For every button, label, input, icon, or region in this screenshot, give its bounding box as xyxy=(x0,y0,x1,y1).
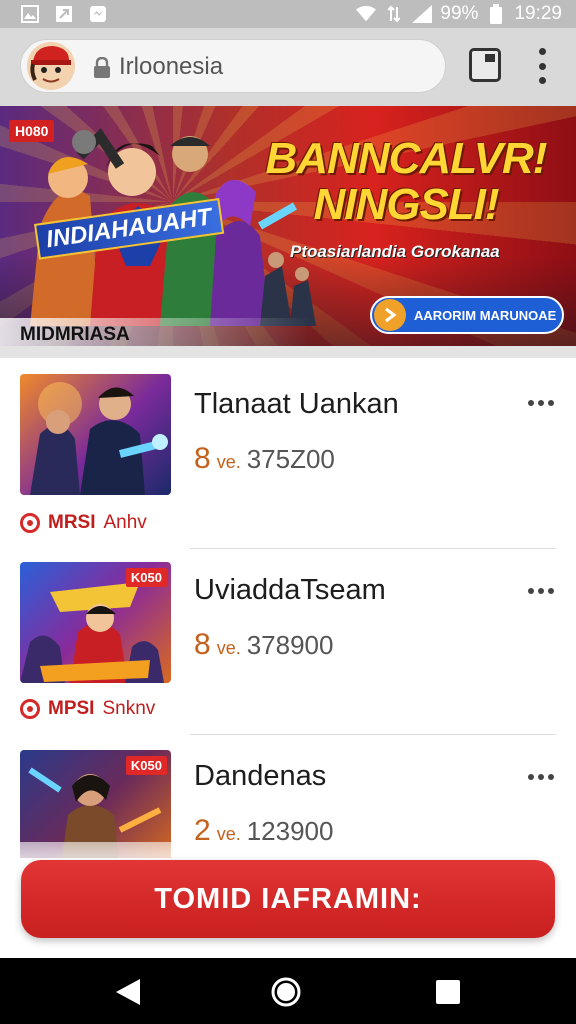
listing-title[interactable]: Tlanaat Uankan xyxy=(194,388,399,421)
price-value: 378900 xyxy=(246,630,334,660)
listing-thumbnail[interactable] xyxy=(20,374,171,495)
listing-title[interactable]: UviaddaTseam xyxy=(194,574,386,607)
messenger-icon xyxy=(88,5,108,23)
notification-icons xyxy=(20,5,108,23)
seller-badge-icon xyxy=(20,699,40,719)
seller-info[interactable]: MRSI Anhv xyxy=(20,512,147,534)
price-value: 375Z00 xyxy=(246,444,335,474)
screen: 99% 19:29 Irloonesia H080 INDIAHAUAHT BA… xyxy=(0,0,576,1024)
price-currency: 8 xyxy=(194,628,211,661)
hero-cta-label: AARORIM MARUNOAE xyxy=(414,307,557,323)
more-horiz-icon[interactable] xyxy=(528,396,554,410)
listing-price: 8 ve. 378900 xyxy=(194,628,333,662)
hero-cta-button[interactable]: AARORIM MARUNOAE xyxy=(370,296,564,334)
back-icon[interactable] xyxy=(112,976,144,1008)
wifi-icon xyxy=(356,5,377,23)
chevron-right-icon xyxy=(374,299,406,331)
battery-percent: 99% xyxy=(440,3,479,24)
section-divider xyxy=(0,346,576,358)
thumbnail-badge: K050 xyxy=(125,568,167,587)
seller-name: Anhv xyxy=(103,512,147,533)
hero-banner[interactable]: H080 INDIAHAUAHT BANNCALVR! NINGSLI! Pto… xyxy=(0,106,576,346)
battery-icon xyxy=(486,4,506,24)
hero-headline: BANNCALVR! NINGSLI! xyxy=(256,136,556,228)
more-horiz-icon[interactable] xyxy=(528,770,554,784)
thumbnail-badge: K050 xyxy=(125,756,167,775)
address-bar[interactable]: Irloonesia xyxy=(20,39,446,93)
bottom-cta-area: TOMID IAFRAMIN: xyxy=(0,842,576,958)
listing-thumbnail[interactable]: K050 xyxy=(20,562,171,683)
more-vert-icon[interactable] xyxy=(530,48,554,84)
recents-icon[interactable] xyxy=(432,976,464,1008)
list-item[interactable]: K050 Dandenas 2 ve. 123900 xyxy=(0,734,576,858)
price-unit: ve. xyxy=(216,638,241,658)
more-horiz-icon[interactable] xyxy=(528,584,554,598)
seller-tag: MRSI xyxy=(48,512,96,533)
seller-name: Snknv xyxy=(102,698,156,719)
status-bar: 99% 19:29 xyxy=(0,0,576,28)
seller-badge-icon xyxy=(20,513,40,533)
system-status: 99% 19:29 xyxy=(356,3,562,25)
hero-badge: H080 xyxy=(9,120,55,142)
system-navigation-bar xyxy=(0,958,576,1024)
navigation-icon xyxy=(54,5,74,23)
list-item[interactable]: Tlanaat Uankan 8 ve. 375Z00 MRSI Anhv xyxy=(0,358,576,549)
gallery-icon xyxy=(20,5,40,23)
seller-tag: MPSI xyxy=(48,698,95,719)
hero-subline: Ptoasiarlandia Gorokanaa xyxy=(290,242,500,261)
hero-caption: MIDMRIASA xyxy=(20,324,130,345)
primary-action-button[interactable]: TOMID IAFRAMIN: xyxy=(21,860,555,938)
home-icon[interactable] xyxy=(270,976,302,1008)
avatar[interactable] xyxy=(27,42,75,90)
listing-price: 8 ve. 375Z00 xyxy=(194,442,335,476)
list-item[interactable]: K050 UviaddaTseam 8 ve. 378900 MPSI Snkn… xyxy=(0,548,576,736)
signal-icon xyxy=(412,5,433,23)
listing-list: Tlanaat Uankan 8 ve. 375Z00 MRSI Anhv K0… xyxy=(0,358,576,858)
listing-title[interactable]: Dandenas xyxy=(194,760,326,793)
price-unit: ve. xyxy=(216,452,241,472)
lock-icon xyxy=(93,56,113,78)
hero-headline-line1: BANNCALVR! xyxy=(265,134,548,183)
seller-info[interactable]: MPSI Snknv xyxy=(20,698,155,720)
browser-toolbar: Irloonesia xyxy=(0,28,576,106)
thumbnail-artwork xyxy=(30,382,168,495)
clock: 19:29 xyxy=(514,3,562,24)
url-text: Irloonesia xyxy=(119,53,224,80)
price-currency: 8 xyxy=(194,442,211,475)
data-icon xyxy=(384,5,404,23)
tabs-icon[interactable] xyxy=(469,48,501,82)
hero-headline-line2: NINGSLI! xyxy=(313,180,499,229)
